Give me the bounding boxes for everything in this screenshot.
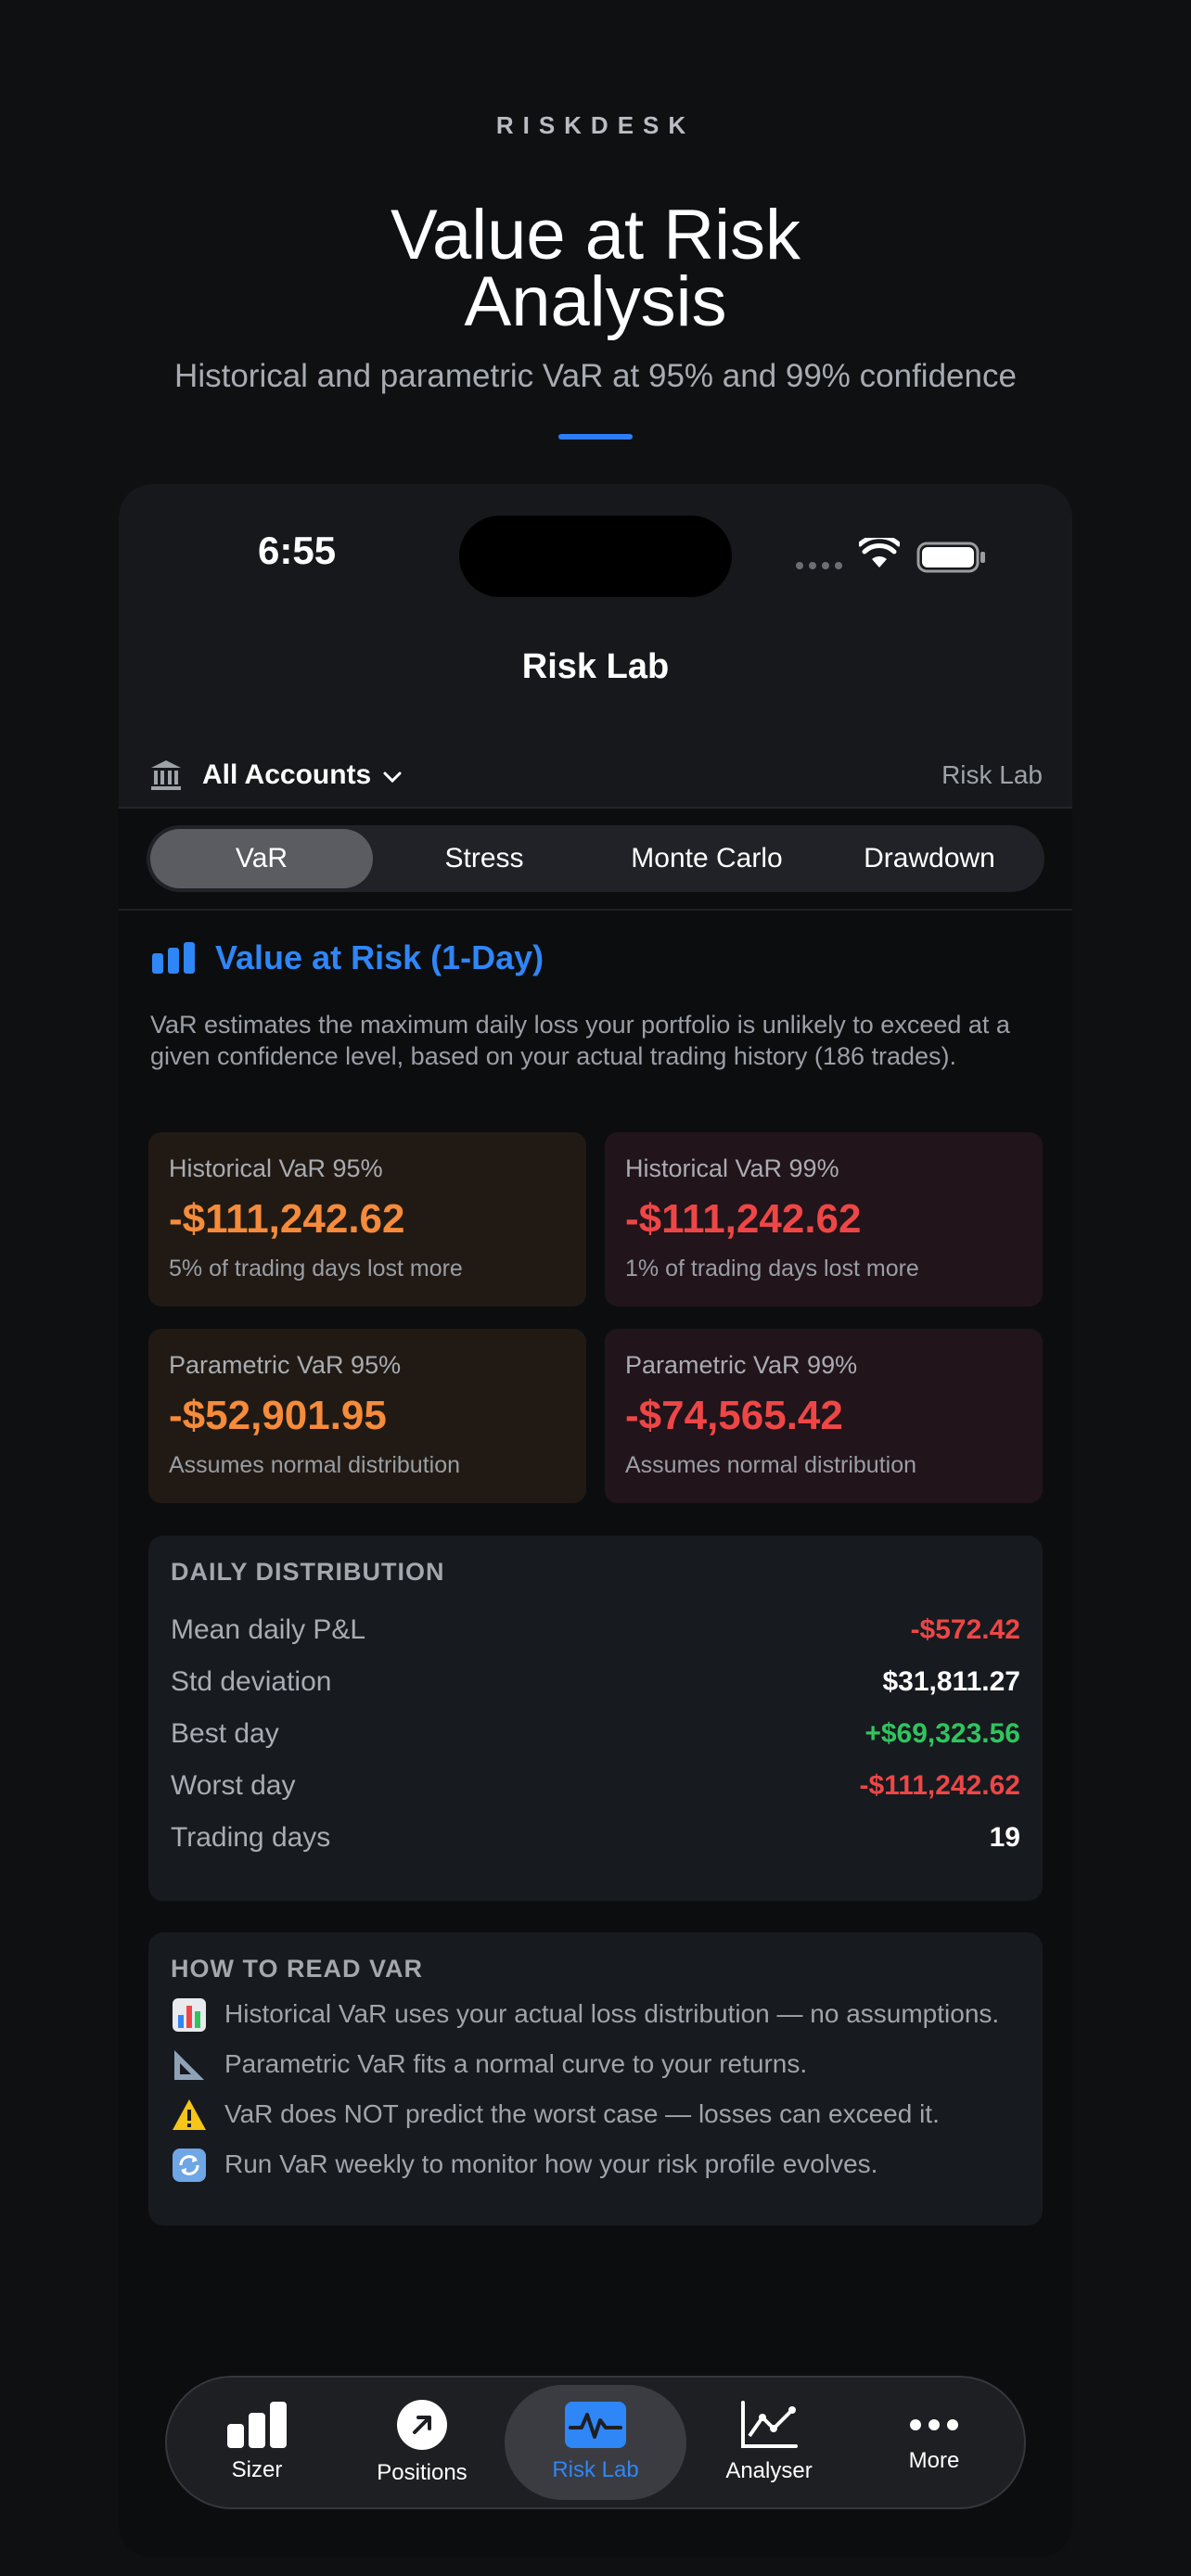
daily-distribution-panel: DAILY DISTRIBUTION Mean daily P&L -$572.… xyxy=(148,1536,1043,1901)
stat-row-std: Std deviation $31,811.27 xyxy=(171,1666,1020,1698)
tab-sizer[interactable]: Sizer xyxy=(174,2385,339,2500)
stat-label: Best day xyxy=(171,1718,279,1749)
line-chart-icon xyxy=(741,2401,798,2448)
battery-icon xyxy=(916,542,985,573)
stat-row-worst: Worst day -$111,242.62 xyxy=(171,1770,1020,1802)
segment-drawdown[interactable]: Drawdown xyxy=(818,829,1041,888)
phone-frame: 6:55 Risk Lab All Accounts Risk Lab VaR … xyxy=(119,484,1072,2557)
tab-bar: Sizer Positions Risk Lab Analyser More xyxy=(165,2376,1026,2509)
hero-subtitle: Historical and parametric VaR at 95% and… xyxy=(174,358,1017,394)
how-to-read-panel: HOW TO READ VAR Historical VaR uses your… xyxy=(148,1932,1043,2225)
section-title: Value at Risk (1-Day) xyxy=(215,938,544,976)
tab-label: Analyser xyxy=(725,2458,813,2483)
tab-label: Risk Lab xyxy=(552,2457,639,2482)
stat-label: Trading days xyxy=(171,1822,331,1853)
var-card-historical-95: Historical VaR 95% -$111,242.62 5% of tr… xyxy=(148,1132,586,1307)
dynamic-island xyxy=(459,516,732,597)
card-label: Parametric VaR 95% xyxy=(169,1351,402,1379)
var-card-parametric-95: Parametric VaR 95% -$52,901.95 Assumes n… xyxy=(148,1329,586,1503)
stat-row-trading-days: Trading days 19 xyxy=(171,1822,1020,1854)
chevron-down-icon xyxy=(383,772,402,784)
card-label: Historical VaR 99% xyxy=(625,1154,839,1182)
tip-item: Parametric VaR fits a normal curve to yo… xyxy=(171,2048,1020,2084)
card-note: Assumes normal distribution xyxy=(169,1452,461,1478)
stat-row-mean: Mean daily P&L -$572.42 xyxy=(171,1614,1020,1646)
tab-more[interactable]: More xyxy=(852,2385,1017,2500)
account-bar: All Accounts Risk Lab xyxy=(148,753,1043,797)
account-bar-context: Risk Lab xyxy=(941,760,1043,789)
bar-chart-icon xyxy=(152,942,195,974)
hero-title-line1: Value at Risk xyxy=(390,196,801,274)
tip-item: Historical VaR uses your actual loss dis… xyxy=(171,1998,1020,2034)
tip-text: VaR does NOT predict the worst case — lo… xyxy=(224,2099,940,2128)
warning-icon xyxy=(173,2099,206,2130)
card-value: -$111,242.62 xyxy=(169,1196,405,1242)
stat-value: -$572.42 xyxy=(910,1614,1020,1645)
card-note: 1% of trading days lost more xyxy=(625,1256,919,1282)
tip-text: Run VaR weekly to monitor how your risk … xyxy=(224,2149,878,2178)
divider xyxy=(119,909,1072,911)
more-icon xyxy=(910,2419,958,2430)
stat-value: +$69,323.56 xyxy=(864,1718,1020,1749)
tab-risk-lab[interactable]: Risk Lab xyxy=(505,2385,686,2500)
stat-label: Worst day xyxy=(171,1770,296,1801)
stat-value: $31,811.27 xyxy=(882,1666,1021,1697)
var-card-parametric-99: Parametric VaR 99% -$74,565.42 Assumes n… xyxy=(605,1329,1043,1503)
stat-value: -$111,242.62 xyxy=(859,1770,1020,1801)
refresh-icon xyxy=(173,2149,206,2182)
tip-text: Parametric VaR fits a normal curve to yo… xyxy=(224,2049,808,2078)
nav-title: Risk Lab xyxy=(521,647,670,686)
hero-title-line2: Analysis xyxy=(464,262,727,341)
bars-icon xyxy=(227,2402,287,2448)
tab-label: Sizer xyxy=(231,2457,283,2482)
tip-text: Historical VaR uses your actual loss dis… xyxy=(224,1999,1000,2028)
section-description: VaR estimates the maximum daily loss you… xyxy=(150,1011,1010,1070)
tab-label: More xyxy=(908,2448,960,2473)
stat-label: Std deviation xyxy=(171,1666,332,1697)
status-time: 6:55 xyxy=(258,529,337,572)
stat-row-best: Best day +$69,323.56 xyxy=(171,1718,1020,1750)
segmented-control: VaR Stress Monte Carlo Drawdown xyxy=(147,825,1044,892)
hero-divider xyxy=(558,434,633,440)
triangle-ruler-icon xyxy=(174,2050,204,2080)
stat-value: 19 xyxy=(989,1822,1020,1853)
card-value: -$111,242.62 xyxy=(625,1196,862,1242)
bank-icon xyxy=(151,760,181,790)
card-label: Parametric VaR 99% xyxy=(625,1351,858,1379)
divider xyxy=(119,807,1072,809)
card-value: -$52,901.95 xyxy=(169,1393,387,1438)
arrow-up-right-icon xyxy=(397,2400,447,2450)
tab-label: Positions xyxy=(377,2460,467,2485)
panel-title: HOW TO READ VAR xyxy=(171,1955,424,1983)
stat-label: Mean daily P&L xyxy=(171,1614,366,1645)
section-header: Value at Risk (1-Day) xyxy=(152,938,544,977)
card-label: Historical VaR 95% xyxy=(169,1154,383,1182)
panel-title: DAILY DISTRIBUTION xyxy=(171,1558,445,1586)
card-note: Assumes normal distribution xyxy=(625,1452,917,1478)
segment-var[interactable]: VaR xyxy=(150,829,373,888)
tip-item: Run VaR weekly to monitor how your risk … xyxy=(171,2149,1020,2184)
account-selector-label: All Accounts xyxy=(202,759,372,790)
tab-positions[interactable]: Positions xyxy=(339,2385,505,2500)
bar-chart-icon xyxy=(173,1998,206,2032)
card-note: 5% of trading days lost more xyxy=(169,1256,463,1282)
segment-monte-carlo[interactable]: Monte Carlo xyxy=(596,829,818,888)
card-value: -$74,565.42 xyxy=(625,1393,843,1438)
cellular-signal-icon xyxy=(796,562,842,569)
tab-analyser[interactable]: Analyser xyxy=(686,2385,852,2500)
wifi-icon xyxy=(859,538,900,567)
segment-stress[interactable]: Stress xyxy=(373,829,596,888)
brand-name: RISKDESK xyxy=(495,111,696,139)
var-card-historical-99: Historical VaR 99% -$111,242.62 1% of tr… xyxy=(605,1132,1043,1307)
account-selector[interactable]: All Accounts xyxy=(202,759,403,791)
waveform-icon xyxy=(565,2402,626,2448)
tip-item: VaR does NOT predict the worst case — lo… xyxy=(171,2098,1020,2134)
hero-title: Value at Risk Analysis xyxy=(0,196,1191,341)
